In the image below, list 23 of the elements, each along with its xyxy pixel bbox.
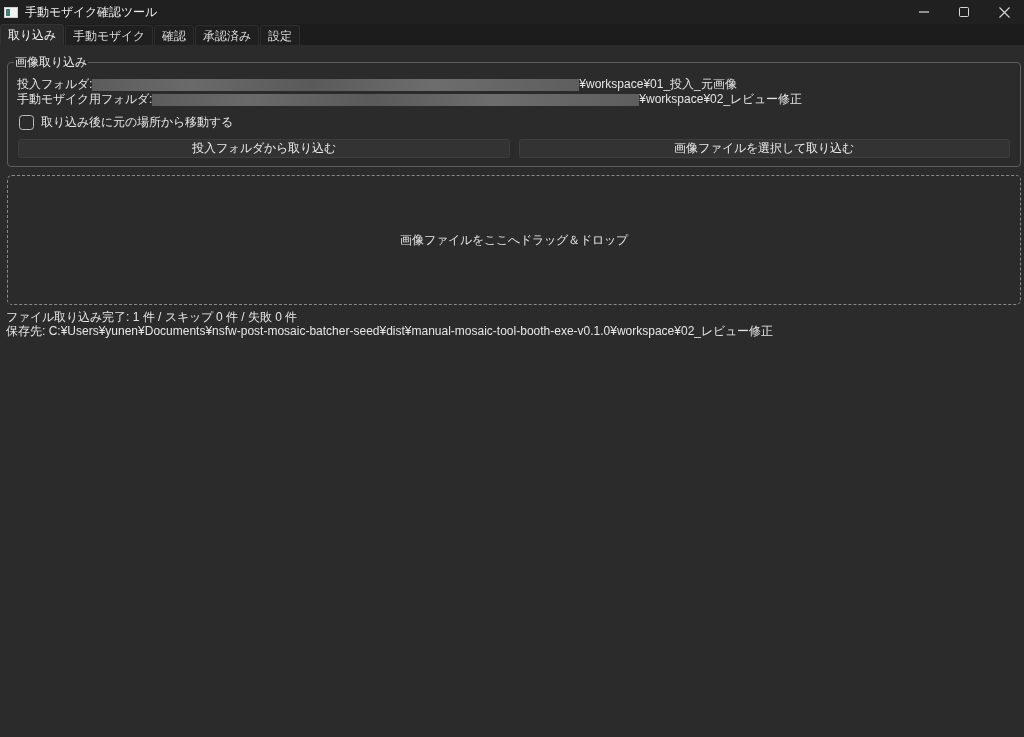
status-text: 保存先: C:¥Users¥yunen¥Documents¥nsfw-post-mosaic-batcher-seed¥dist¥manual-mosaic-tool-booth-exe-v0.1.0¥workspace¥02_レビュー修正 — [6, 324, 773, 338]
drop-zone-hint: 画像ファイルをここへドラッグ＆ドロップ — [400, 231, 628, 249]
tab[interactable]: 設定 — [260, 25, 300, 45]
checkbox[interactable] — [19, 114, 34, 130]
folder-path: ¥workspace¥02_レビュー修正 — [639, 91, 803, 108]
status-text: ファイル取り込み完了: 1 件 / スキップ 0 件 / 失敗 0 件 — [6, 310, 298, 324]
close-icon — [998, 6, 1010, 18]
select-files-button[interactable]: 画像ファイルを選択して取り込む — [518, 139, 1010, 158]
tab[interactable]: 取り込み — [0, 24, 64, 45]
tab[interactable]: 承認済み — [195, 25, 259, 45]
folder-path: ¥workspace¥01_投入_元画像 — [579, 76, 737, 93]
import-folder-button[interactable]: 投入フォルダから取り込む — [18, 139, 510, 158]
tab[interactable]: 確認 — [154, 25, 194, 45]
group-title: 画像取り込み — [14, 54, 88, 71]
checkbox-label: 取り込み後に元の場所から移動する — [41, 113, 233, 131]
tab[interactable]: 手動モザイク — [65, 25, 153, 45]
folder-label: 手動モザイク用フォルダ: — [17, 91, 153, 108]
window-title: 手動モザイク確認ツール — [25, 3, 158, 21]
app-icon — [4, 6, 18, 18]
folder-label: 投入フォルダ: — [17, 76, 93, 93]
minimize-icon — [919, 11, 929, 13]
maximize-icon — [959, 7, 969, 17]
drop-zone[interactable]: 画像ファイルをここへドラッグ＆ドロップ — [7, 175, 1021, 305]
